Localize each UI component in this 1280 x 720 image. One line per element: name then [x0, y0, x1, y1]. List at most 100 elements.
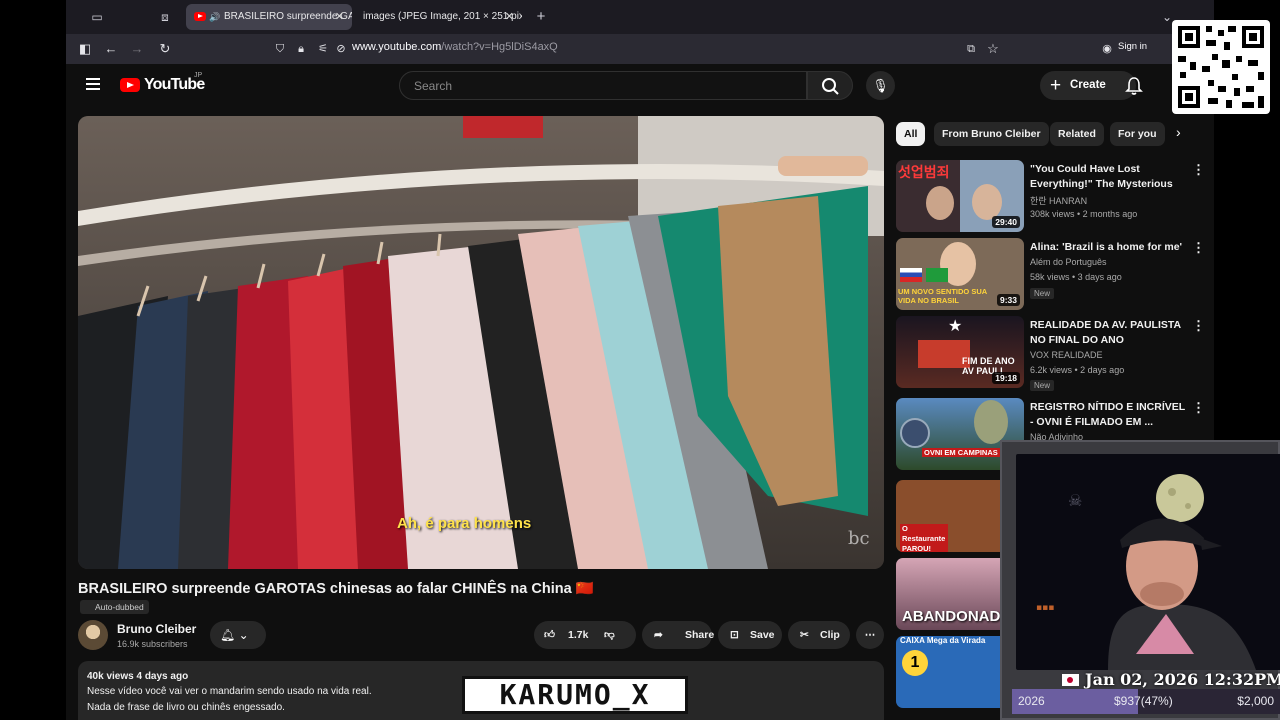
reload-icon[interactable]: ↻	[156, 40, 174, 58]
recommendation-title[interactable]: "You Could Have Lost Everything!" The My…	[1030, 162, 1186, 192]
chip-related[interactable]: Related	[1050, 122, 1104, 146]
channel-avatar[interactable]	[78, 620, 108, 650]
tab-bar: ▭ ⧈ 🔊 BRASILEIRO surpreende GAROTAS chin…	[66, 0, 1214, 34]
thumbnail-text: CAIXA Mega da Virada	[900, 636, 986, 645]
star-icon[interactable]: ☆	[984, 40, 1002, 58]
recommendation-channel[interactable]: 한란 HANRAN	[1030, 194, 1087, 207]
webcam-scene: ☠ ▪▪▪	[1016, 454, 1280, 670]
sidebar-toggle-icon[interactable]: ◧	[76, 40, 94, 58]
sign-in-button[interactable]: Sign in	[1118, 41, 1147, 52]
speaker-icon[interactable]: 🔊	[209, 4, 220, 30]
more-options-icon[interactable]: ⋮	[1192, 240, 1205, 256]
search-button[interactable]	[807, 71, 853, 100]
subscription-bell-button[interactable]: 🔔︎ ⌄	[210, 621, 266, 649]
permissions-icon[interactable]: ⚟	[314, 40, 332, 58]
account-icon[interactable]: ◉	[1098, 40, 1116, 58]
channel-name[interactable]: Bruno Cleiber	[117, 622, 196, 636]
share-button[interactable]: ➦ Share	[642, 621, 714, 649]
youtube-logo-icon[interactable]	[120, 78, 140, 92]
webcam-feed: ☠ ▪▪▪	[1016, 454, 1280, 670]
url-path: /watch?v=Hg5lDiS4axQ	[441, 41, 558, 53]
tab-youtube-video[interactable]: 🔊 BRASILEIRO surpreende GAROTAS chinesas…	[186, 4, 352, 30]
stream-clock: Jan 02, 2026 12:32PM	[1085, 670, 1280, 689]
russia-flag-icon	[900, 268, 922, 282]
search-input[interactable]: Search	[399, 71, 807, 100]
thumbnail-person	[972, 184, 1002, 220]
new-badge: New	[1030, 380, 1055, 391]
menu-icon[interactable]	[86, 78, 100, 90]
screen: ▭ ⧈ 🔊 BRASILEIRO surpreende GAROTAS chin…	[0, 0, 1280, 720]
video-player[interactable]: bc	[78, 116, 884, 569]
close-tab-icon[interactable]: ✕	[505, 4, 514, 30]
donation-goal-bar: 2026 $937(47%) $2,000	[1012, 689, 1280, 714]
sidebar-icon[interactable]: ▭	[88, 8, 106, 26]
tab-overview-icon[interactable]: ⧈	[156, 8, 174, 26]
video-title: BRASILEIRO surpreende GAROTAS chinesas a…	[78, 581, 594, 597]
qr-code	[1172, 20, 1270, 114]
like-dislike-group[interactable]: 👍︎ 1.7k 👎︎	[534, 621, 636, 649]
description-line: Nesse vídeo você vai ver o mandarim send…	[87, 686, 372, 697]
duration-badge: 9:33	[996, 294, 1020, 306]
save-button[interactable]: ⊡ Save	[718, 621, 782, 649]
chip-all[interactable]: All	[896, 122, 926, 146]
address-bar[interactable]: www.youtube.com/watch?v=Hg5lDiS4axQ	[352, 41, 558, 53]
view-count-date: 40k views 4 days ago	[87, 671, 189, 682]
shield-icon[interactable]: ⛉	[271, 40, 289, 58]
clip-label: Clip	[820, 629, 840, 641]
youtube-header: YouTube JP Search 🎙︎ Create	[66, 64, 1214, 108]
create-button[interactable]: Create	[1040, 71, 1136, 100]
new-badge: New	[1030, 288, 1055, 299]
url-host: www.youtube.com	[352, 41, 442, 53]
recommendation-item[interactable]: 섯업범죄 29:40 "You Could Have Lost Everythi…	[896, 160, 1206, 232]
forward-icon[interactable]: →	[128, 40, 146, 58]
more-options-icon[interactable]: ⋮	[1192, 318, 1205, 334]
tab-title: images (JPEG Image, 201 × 251 pixels)	[363, 11, 522, 22]
picture-in-picture-icon[interactable]: ⧉	[962, 40, 980, 58]
recommendation-title[interactable]: REGISTRO NÍTIDO E INCRÍVEL - OVNI É FILM…	[1030, 400, 1186, 430]
thumbnail-text: O Restaurante PAROU!	[900, 524, 948, 552]
duration-badge: 19:18	[992, 372, 1020, 384]
chevron-down-icon: ⌄	[238, 628, 249, 642]
thumbs-down-icon[interactable]: 👎︎	[604, 621, 615, 649]
video-thumbnail[interactable]: ★ FIM DE ANO AV PAULI 19:18	[896, 316, 1024, 388]
bell-icon	[1125, 77, 1143, 95]
more-options-icon[interactable]: ⋮	[1192, 400, 1205, 416]
auto-dubbed-label: Auto-dubbed	[95, 602, 144, 612]
recommendation-title[interactable]: Alina: 'Brazil is a home for me'	[1030, 240, 1186, 255]
autoplay-blocked-icon[interactable]: ⊘	[332, 40, 350, 58]
lottery-ball-icon: 1	[902, 650, 928, 676]
youtube-favicon	[194, 12, 206, 21]
region-label: JP	[194, 72, 203, 79]
more-actions-icon[interactable]: ⋯	[856, 621, 884, 649]
notifications-icon[interactable]	[1124, 76, 1144, 96]
recommendation-item[interactable]: UM NOVO SENTIDO SUA VIDA NO BRASIL 9:33 …	[896, 238, 1206, 310]
thumbs-up-icon: 👍︎	[544, 629, 555, 641]
recommendation-channel[interactable]: Além do Português	[1030, 257, 1107, 267]
recommendation-title[interactable]: REALIDADE DA AV. PAULISTA NO FINAL DO AN…	[1030, 318, 1186, 348]
video-thumbnail[interactable]: UM NOVO SENTIDO SUA VIDA NO BRASIL 9:33	[896, 238, 1024, 310]
chevron-right-icon[interactable]: ›	[1176, 124, 1181, 140]
close-tab-icon[interactable]: ✕	[335, 4, 344, 30]
save-label: Save	[750, 629, 775, 641]
duration-badge: 29:40	[992, 216, 1020, 228]
new-tab-icon[interactable]: +	[532, 8, 550, 26]
lock-icon[interactable]: 🔒︎	[292, 40, 310, 58]
chip-from-channel[interactable]: From Bruno Cleiber	[934, 122, 1049, 146]
svg-text:☠: ☠	[1068, 491, 1082, 510]
more-options-icon[interactable]: ⋮	[1192, 162, 1205, 178]
video-thumbnail[interactable]: 섯업범죄 29:40	[896, 160, 1024, 232]
video-frame-clothes-rack: bc	[78, 116, 884, 569]
subscriber-count: 16.9k subscribers	[117, 639, 188, 649]
mic-icon[interactable]: 🎙︎	[866, 71, 895, 100]
clip-button[interactable]: ✂ Clip	[788, 621, 850, 649]
bell-icon: 🔔︎	[220, 628, 236, 642]
recommendation-channel[interactable]: VOX REALIDADE	[1030, 350, 1103, 360]
chip-for-you[interactable]: For you	[1110, 122, 1165, 146]
tab-image[interactable]: images (JPEG Image, 201 × 251 pixels) ✕	[354, 4, 522, 30]
thumbnail-person	[926, 186, 954, 220]
recommendation-item[interactable]: ★ FIM DE ANO AV PAULI 19:18 REALIDADE DA…	[896, 316, 1206, 391]
back-icon[interactable]: ←	[102, 40, 120, 58]
japan-flag-icon	[1062, 674, 1079, 686]
bookmark-icon: ⊡	[730, 629, 739, 641]
goal-target: $2,000	[1237, 694, 1274, 708]
